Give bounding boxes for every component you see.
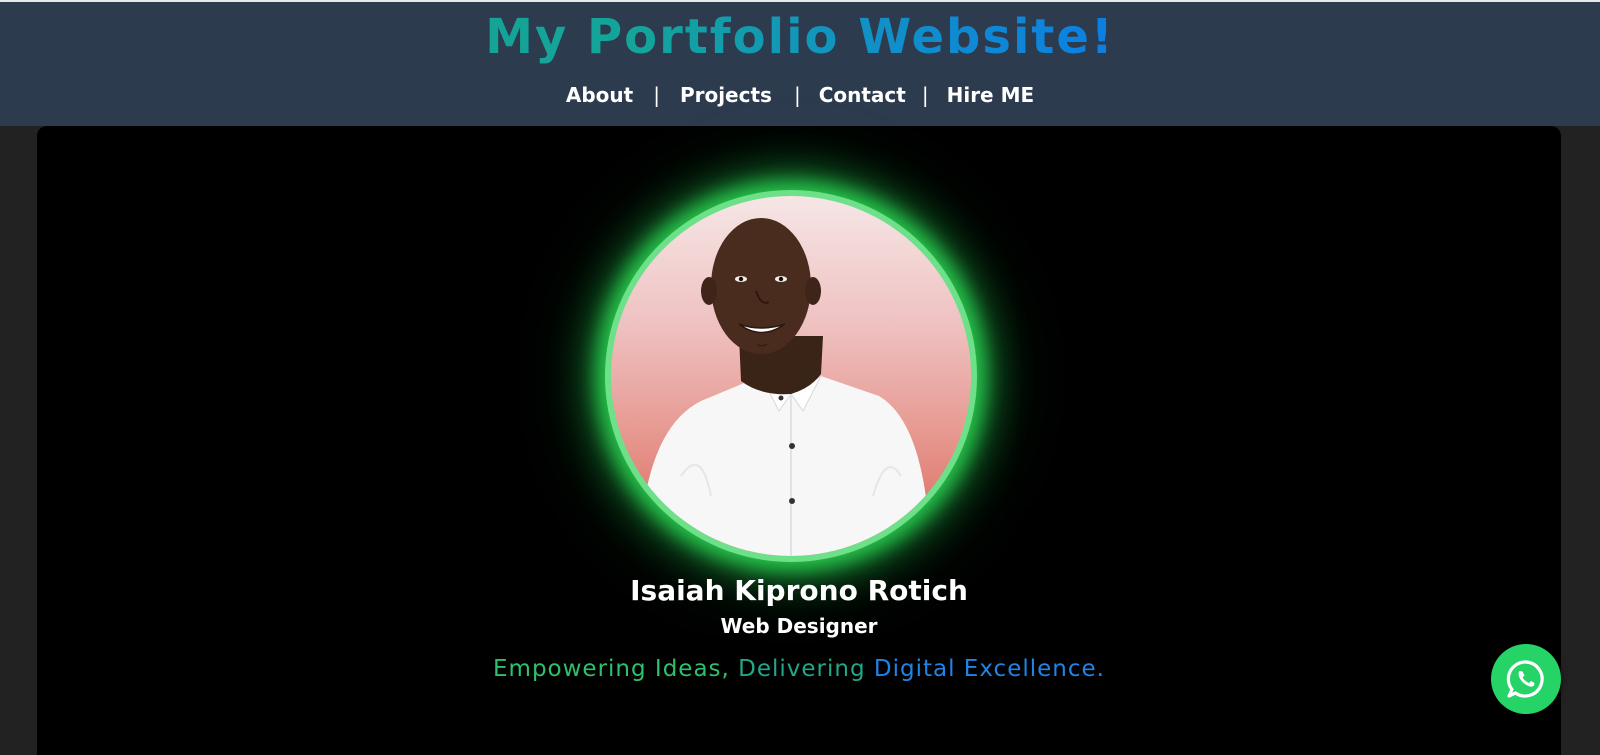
nav-separator: |: [793, 83, 801, 107]
whatsapp-icon: [1506, 660, 1544, 698]
site-title-part-2: Portfolio: [586, 9, 859, 65]
nav-link-about[interactable]: About: [566, 83, 633, 107]
nav-link-hire-me[interactable]: Hire ME: [947, 83, 1035, 107]
site-title-part-3: Website!: [858, 9, 1115, 65]
profile-name: Isaiah Kiprono Rotich: [630, 574, 968, 607]
nav-link-contact[interactable]: Contact: [819, 83, 906, 107]
site-title: My Portfolio Website!: [0, 6, 1600, 68]
profile-photo-illustration: [641, 218, 929, 556]
nav-separator: |: [921, 83, 929, 107]
hero-section: Isaiah Kiprono Rotich Web Designer Empow…: [37, 126, 1561, 755]
profile-role: Web Designer: [720, 614, 878, 638]
profile-photo: [611, 196, 971, 556]
tagline: Empowering Ideas, Delivering Digital Exc…: [37, 656, 1561, 682]
tagline-part-3: Digital Excellence.: [873, 656, 1105, 682]
site-title-part-1: My: [485, 9, 587, 65]
site-header: My Portfolio Website! About | Projects |…: [0, 2, 1600, 126]
profile-photo-ring: [605, 190, 977, 562]
whatsapp-button[interactable]: [1491, 644, 1561, 714]
tagline-part-1: Empowering Ideas,: [493, 656, 739, 682]
nav-separator: |: [653, 83, 660, 107]
nav-link-projects[interactable]: Projects: [680, 83, 772, 107]
main-nav: About | Projects | Contact | Hire ME: [0, 80, 1600, 110]
tagline-part-2: Delivering: [738, 656, 874, 682]
